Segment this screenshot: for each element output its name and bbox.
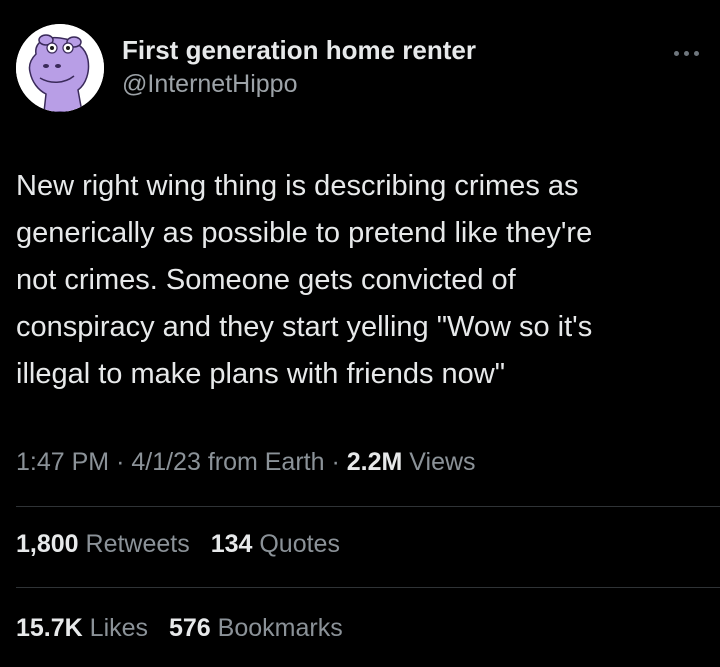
author-handle[interactable]: @InternetHippo: [122, 68, 476, 100]
quotes-stat[interactable]: 134 Quotes: [211, 526, 340, 562]
tweet-text: New right wing thing is describing crime…: [16, 163, 706, 398]
divider: [16, 587, 720, 588]
quotes-label: Quotes: [259, 530, 340, 558]
retweets-label: Retweets: [85, 530, 190, 558]
more-dots-icon[interactable]: [672, 48, 702, 58]
likes-count: 15.7K: [16, 614, 83, 642]
retweets-count: 1,800: [16, 530, 79, 558]
bookmarks-label: Bookmarks: [217, 614, 343, 642]
likes-label: Likes: [89, 614, 149, 642]
tweet-line: New right wing thing is describing crime…: [16, 170, 579, 202]
meta-separator: ·: [331, 448, 340, 476]
author-display-name[interactable]: First generation home renter: [122, 34, 476, 66]
tweet-line: conspiracy and they start yelling "Wow s…: [16, 311, 593, 343]
tweet-time[interactable]: 1:47 PM: [16, 448, 109, 476]
meta-separator: ·: [116, 448, 125, 476]
tweet-line: illegal to make plans with friends now": [16, 358, 506, 390]
views-count: 2.2M: [346, 448, 403, 476]
stats-row-retweets: 1,800 Retweets 134 Quotes: [16, 526, 354, 562]
tweet-header: First generation home renter @InternetHi…: [16, 24, 704, 116]
bookmarks-count: 576: [169, 614, 211, 642]
author-names: First generation home renter @InternetHi…: [122, 34, 476, 100]
tweet-meta: 1:47 PM · 4/1/23 from Earth · 2.2M Views: [16, 444, 476, 480]
divider: [16, 506, 720, 507]
likes-stat[interactable]: 15.7K Likes: [16, 610, 148, 646]
bookmarks-stat[interactable]: 576 Bookmarks: [169, 610, 343, 646]
tweet-line: not crimes. Someone gets convicted of: [16, 264, 516, 296]
avatar[interactable]: [16, 24, 104, 112]
stats-row-likes: 15.7K Likes 576 Bookmarks: [16, 610, 357, 646]
hippo-avatar-icon: [16, 24, 104, 112]
retweets-stat[interactable]: 1,800 Retweets: [16, 526, 190, 562]
quotes-count: 134: [210, 530, 253, 558]
views-label: Views: [409, 448, 476, 476]
tweet-source: from Earth: [207, 448, 325, 476]
tweet-line: generically as possible to pretend like …: [16, 217, 593, 249]
tweet-date[interactable]: 4/1/23: [131, 448, 201, 476]
